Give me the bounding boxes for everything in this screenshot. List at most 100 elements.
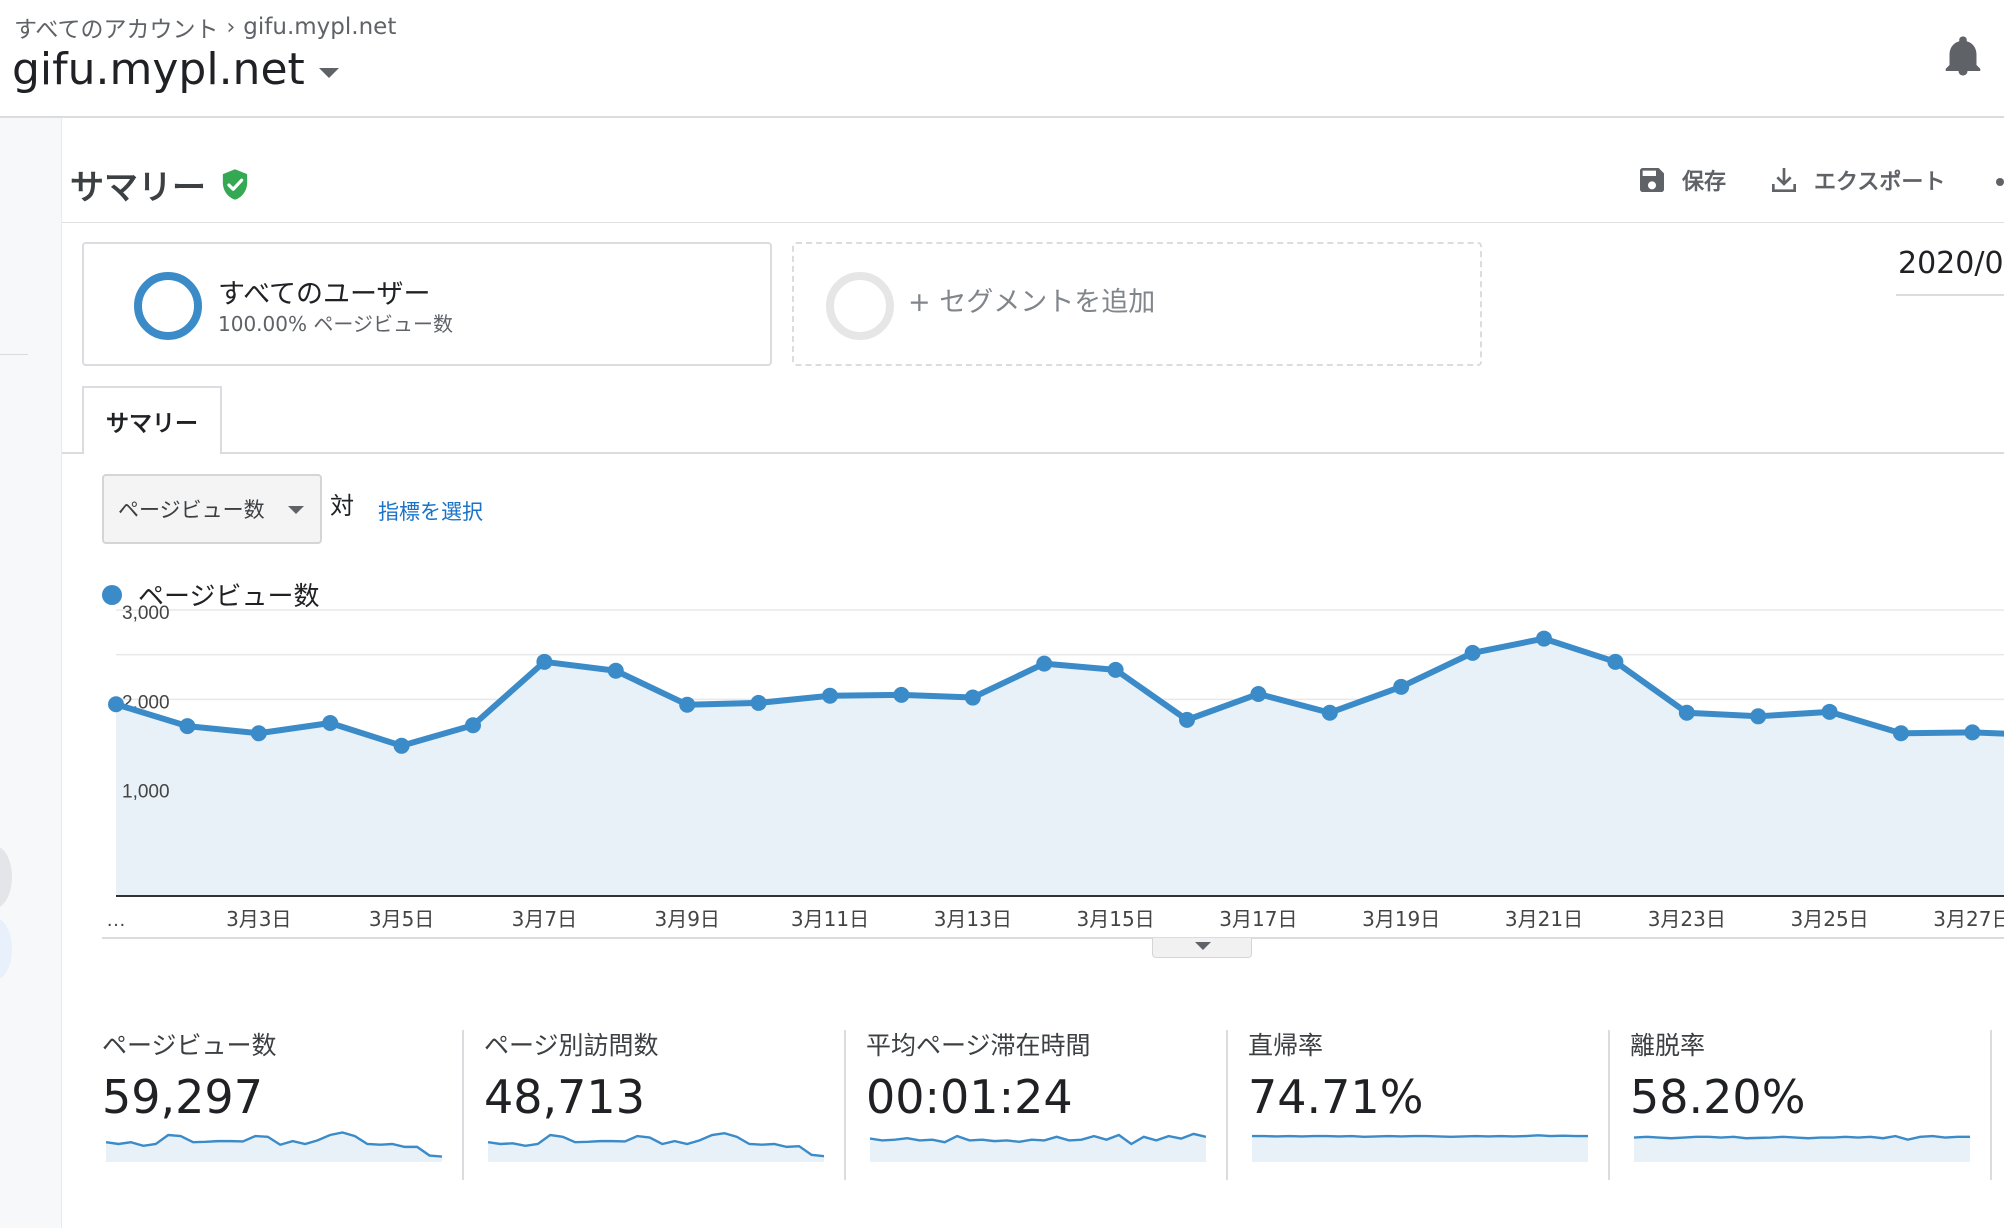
breadcrumb-all-accounts[interactable]: すべてのアカウント bbox=[14, 10, 218, 44]
scorecard-sparkline bbox=[488, 1131, 824, 1162]
data-point bbox=[1321, 704, 1338, 721]
dropdown-arrow-icon bbox=[288, 506, 304, 514]
data-point bbox=[750, 694, 767, 711]
x-tick-label: 3月27日 bbox=[1933, 907, 2004, 931]
scorecard-sparkline bbox=[870, 1132, 1206, 1162]
property-selector[interactable]: gifu.mypl.net bbox=[12, 44, 339, 95]
x-tick-label: 3月9日 bbox=[654, 907, 719, 931]
data-point bbox=[822, 687, 838, 704]
data-point bbox=[465, 717, 481, 734]
x-tick-label: 3月13日 bbox=[934, 907, 1012, 931]
versus-label: 対 bbox=[330, 492, 354, 520]
scorecard[interactable]: 平均ページ滞在時間 00:01:24 bbox=[866, 996, 1238, 1182]
tab-bar-line bbox=[62, 452, 2004, 454]
scorecard-value: 58.20% bbox=[1630, 1070, 1806, 1124]
save-button[interactable]: 保存 bbox=[1636, 164, 1726, 196]
more-actions-icon[interactable] bbox=[1996, 178, 2004, 186]
shield-check-icon bbox=[222, 168, 248, 200]
data-point bbox=[1250, 685, 1267, 702]
chart-resize-handle[interactable] bbox=[1152, 938, 1252, 958]
report-actions: 保存 エクスポート bbox=[1636, 164, 1973, 196]
scorecard-label: 離脱率 bbox=[1630, 1031, 1706, 1060]
x-tick-label: … bbox=[106, 909, 126, 931]
x-tick-label: 3月15日 bbox=[1077, 907, 1155, 931]
metric-dropdown[interactable]: ページビュー数 bbox=[102, 474, 322, 544]
data-point bbox=[536, 653, 553, 670]
scorecard-label: ページ別訪問数 bbox=[484, 1031, 659, 1060]
page-title: サマリー bbox=[70, 168, 206, 208]
save-label: 保存 bbox=[1682, 170, 1727, 195]
tab-summary[interactable]: サマリー bbox=[82, 386, 222, 454]
scorecard-sparkline bbox=[1252, 1134, 1588, 1162]
rail-divider bbox=[0, 354, 28, 355]
breadcrumb-property[interactable]: gifu.mypl.net bbox=[243, 14, 396, 40]
scorecard-value: 48,713 bbox=[484, 1070, 645, 1124]
save-icon bbox=[1640, 168, 1664, 192]
segment-name: すべてのユーザー bbox=[218, 279, 431, 310]
x-tick-label: 3月5日 bbox=[369, 907, 434, 931]
chevron-right-icon: › bbox=[226, 14, 236, 40]
x-tick-label: 3月7日 bbox=[512, 907, 577, 931]
data-point bbox=[322, 715, 339, 732]
scorecard-value: 59,297 bbox=[102, 1070, 263, 1124]
download-icon bbox=[1772, 168, 1797, 192]
scorecard-value: 00:01:24 bbox=[866, 1070, 1073, 1124]
dropdown-arrow-icon[interactable] bbox=[318, 67, 339, 78]
scorecard-label: ページビュー数 bbox=[102, 1031, 277, 1060]
export-label: エクスポート bbox=[1814, 170, 1946, 195]
data-point bbox=[1036, 655, 1053, 672]
scorecard-divider bbox=[844, 1030, 846, 1180]
data-point bbox=[679, 696, 696, 713]
scorecard-label: 直帰率 bbox=[1248, 1031, 1324, 1060]
x-tick-label: 3月21日 bbox=[1505, 907, 1583, 931]
x-tick-label: 3月23日 bbox=[1648, 907, 1726, 931]
sparkline-area bbox=[870, 1133, 1206, 1162]
tab-active-gap bbox=[84, 452, 220, 454]
pageviews-line-chart[interactable]: 1,0002,0003,000… 3月3日 3月5日 3月7日 3月9日 3月11日 3月1… bbox=[0, 600, 2004, 950]
scorecard[interactable]: 直帰率 74.71% bbox=[1248, 996, 1620, 1182]
scorecard-divider bbox=[1990, 1030, 1992, 1180]
scorecard[interactable]: ページ別訪問数 48,713 bbox=[484, 996, 856, 1182]
report-title-row: サマリー bbox=[70, 160, 250, 209]
data-point bbox=[893, 686, 910, 703]
scorecards: ページビュー数 59,297 ページ別訪問数 48,713 平均ページ滞在時間 00:01… bbox=[102, 996, 2004, 1182]
data-point bbox=[1393, 678, 1410, 695]
scorecard-sparkline bbox=[106, 1131, 442, 1162]
sparkline-area bbox=[1634, 1136, 1970, 1162]
x-tick-label: 3月19日 bbox=[1362, 907, 1440, 931]
select-metric-link[interactable]: 指標を選択 bbox=[378, 496, 483, 526]
bell-icon[interactable] bbox=[1945, 34, 1981, 78]
add-segment-label: + セグメントを追加 bbox=[908, 287, 1156, 318]
sparkline-line bbox=[1252, 1134, 1588, 1139]
scorecard-divider bbox=[1226, 1030, 1228, 1180]
segment-all-users[interactable]: すべてのユーザー 100.00% ページビュー数 bbox=[82, 242, 772, 366]
data-point bbox=[1607, 653, 1624, 670]
segment-detail: 100.00% ページビュー数 bbox=[218, 312, 453, 336]
x-tick-label: 3月3日 bbox=[226, 907, 291, 931]
date-range-picker[interactable]: 2020/0 bbox=[1898, 246, 2004, 281]
y-tick-label: 3,000 bbox=[122, 603, 170, 624]
metric-dropdown-value: ページビュー数 bbox=[118, 498, 265, 522]
data-point bbox=[607, 662, 624, 679]
export-button[interactable]: エクスポート bbox=[1768, 164, 1945, 196]
property-name[interactable]: gifu.mypl.net bbox=[12, 44, 305, 95]
breadcrumb: すべてのアカウント › gifu.mypl.net bbox=[14, 10, 396, 44]
data-point bbox=[1964, 724, 1981, 741]
add-segment-button[interactable]: + セグメントを追加 bbox=[792, 242, 1482, 366]
segment-placeholder-icon bbox=[826, 272, 894, 340]
data-point bbox=[250, 725, 267, 742]
data-point bbox=[1107, 661, 1124, 678]
sparkline-area bbox=[488, 1133, 824, 1162]
scorecard[interactable]: ページビュー数 59,297 bbox=[102, 996, 474, 1182]
data-point bbox=[1893, 725, 1909, 742]
x-tick-label: 3月11日 bbox=[791, 907, 869, 931]
sparkline-area bbox=[1252, 1135, 1588, 1162]
scorecard[interactable]: 離脱率 58.20% bbox=[1630, 996, 2002, 1182]
data-point bbox=[1464, 644, 1481, 661]
y-tick-label: 1,000 bbox=[122, 782, 170, 803]
data-point bbox=[1821, 703, 1838, 720]
x-tick-label: 3月17日 bbox=[1219, 907, 1297, 931]
date-range-underline bbox=[1896, 294, 2004, 296]
data-point bbox=[1678, 704, 1695, 721]
sparkline-area bbox=[106, 1132, 442, 1162]
